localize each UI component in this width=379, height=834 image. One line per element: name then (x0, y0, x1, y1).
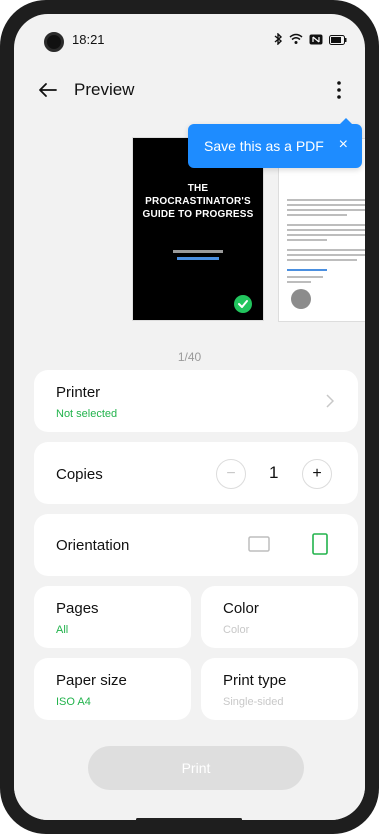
home-indicator[interactable] (136, 818, 242, 820)
bottom-bar: Print (14, 726, 365, 820)
back-arrow-icon[interactable] (36, 78, 60, 102)
text-link-line (287, 269, 327, 271)
text-line (287, 249, 365, 251)
battery-icon (329, 32, 347, 50)
text-line (287, 224, 365, 226)
page-title: Preview (74, 80, 135, 99)
text-line (287, 259, 357, 261)
text-line (287, 276, 323, 278)
print-type-label: Print type (223, 672, 287, 689)
printer-label: Printer (56, 384, 101, 401)
printer-value: Not selected (56, 408, 118, 420)
color-value: Color (223, 624, 250, 636)
paper-size-option[interactable]: Paper size ISO A4 (34, 658, 191, 720)
chevron-right-icon (326, 394, 335, 413)
text-line (287, 214, 347, 216)
nfc-icon (309, 32, 323, 50)
text-line (287, 234, 365, 236)
selected-check-icon (234, 295, 252, 313)
more-options-icon[interactable] (327, 78, 351, 102)
tooltip-arrow (340, 118, 352, 124)
portrait-icon[interactable] (312, 533, 328, 560)
phone-frame: 18:21 Preview THE PROCRASTINATOR'S GUIDE… (0, 0, 379, 834)
paper-size-value: ISO A4 (56, 696, 91, 708)
author-line (173, 250, 223, 253)
pages-label: Pages (56, 600, 99, 617)
printer-row[interactable]: Printer Not selected (34, 370, 358, 432)
increase-copies-button[interactable]: + (302, 459, 332, 489)
orientation-label: Orientation (56, 537, 130, 554)
system-icons (273, 32, 347, 50)
text-line (287, 209, 365, 211)
color-option[interactable]: Color Color (201, 586, 358, 648)
status-bar: 18:21 (14, 14, 365, 58)
orientation-row: Orientation (34, 514, 358, 576)
status-time: 18:21 (72, 32, 105, 47)
copies-label: Copies (56, 466, 103, 483)
text-line (287, 239, 327, 241)
print-type-option[interactable]: Print type Single-sided (201, 658, 358, 720)
print-button[interactable]: Print (88, 746, 304, 790)
decrease-copies-button[interactable]: − (216, 459, 246, 489)
close-icon[interactable]: × (339, 136, 348, 154)
app-header: Preview (14, 74, 365, 110)
text-line (287, 229, 365, 231)
pages-value: All (56, 624, 69, 636)
tooltip-text[interactable]: Save this as a PDF (204, 138, 324, 154)
front-camera (44, 32, 64, 52)
text-line (287, 281, 311, 283)
copies-value: 1 (269, 463, 279, 482)
page-counter: 1/40 (177, 350, 202, 364)
pages-option[interactable]: Pages All (34, 586, 191, 648)
book-title: THE PROCRASTINATOR'S GUIDE TO PROGRESS (142, 183, 254, 220)
save-pdf-tooltip[interactable]: Save this as a PDF × (188, 118, 362, 168)
copies-row: Copies − 1 + (34, 442, 358, 504)
screen: 18:21 Preview THE PROCRASTINATOR'S GUIDE… (14, 14, 365, 820)
color-label: Color (223, 600, 259, 617)
text-line (287, 204, 365, 206)
paper-size-label: Paper size (56, 672, 127, 689)
author-avatar (291, 289, 311, 309)
text-line (287, 199, 365, 201)
author-link (177, 257, 219, 260)
print-type-value: Single-sided (223, 696, 284, 708)
bluetooth-icon (273, 32, 283, 50)
wifi-icon (289, 32, 303, 50)
landscape-icon[interactable] (248, 536, 270, 557)
text-line (287, 254, 365, 256)
